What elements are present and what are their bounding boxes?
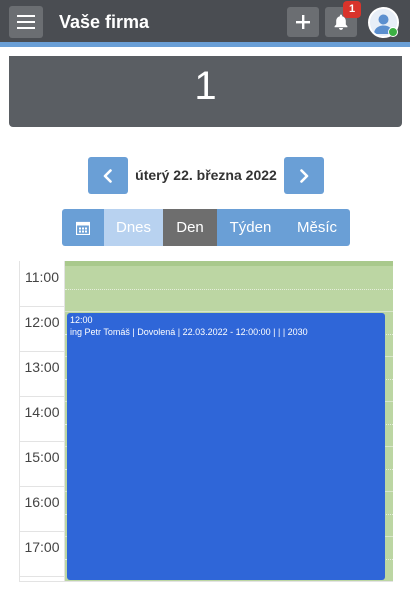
counter-panel: 1 — [9, 56, 402, 127]
time-slot-label: 15:00 — [24, 449, 60, 465]
time-slot-label: 13:00 — [24, 359, 60, 375]
chevron-left-icon — [103, 168, 112, 183]
month-view-button[interactable]: Měsíc — [284, 209, 350, 246]
chevron-right-icon — [300, 168, 309, 183]
notification-count-badge: 1 — [343, 1, 361, 18]
day-calendar: 11:00 12:00 13:00 14:00 15:00 16:00 17:0… — [19, 261, 393, 582]
counter-value: 1 — [194, 64, 217, 108]
app-title: Vaše firma — [59, 12, 150, 32]
time-slot-label: 14:00 — [24, 404, 60, 420]
add-button[interactable] — [287, 7, 319, 37]
event-title: ing Petr Tomáš | Dovolená | 22.03.2022 -… — [70, 327, 308, 337]
week-view-button[interactable]: Týden — [217, 209, 284, 246]
top-bar-accent-line — [0, 42, 410, 47]
time-slot-label: 12:00 — [24, 314, 60, 330]
previous-day-button[interactable] — [88, 157, 128, 194]
event-time: 12:00 — [70, 315, 93, 325]
time-slot-label: 17:00 — [24, 539, 60, 555]
today-button[interactable]: Dnes — [104, 209, 163, 246]
current-date-label: úterý 22. března 2022 — [135, 167, 277, 183]
time-slot-label: 11:00 — [25, 269, 59, 285]
time-slot-label: 16:00 — [24, 494, 60, 510]
hamburger-icon — [17, 15, 35, 17]
calendar-event[interactable]: 12:00 ing Petr Tomáš | Dovolená | 22.03.… — [67, 313, 385, 580]
calendar-icon — [76, 221, 90, 235]
date-picker-button[interactable] — [62, 209, 104, 246]
hamburger-menu-button[interactable] — [9, 6, 43, 38]
next-day-button[interactable] — [284, 157, 324, 194]
time-axis: 11:00 12:00 13:00 14:00 15:00 16:00 17:0… — [20, 261, 65, 581]
calendar-view-switcher: Dnes Den Týden Měsíc — [62, 209, 350, 246]
day-view-button[interactable]: Den — [163, 209, 217, 246]
online-status-indicator — [388, 27, 398, 37]
day-column[interactable]: 12:00 ing Petr Tomáš | Dovolená | 22.03.… — [65, 261, 393, 581]
plus-icon — [296, 15, 310, 29]
